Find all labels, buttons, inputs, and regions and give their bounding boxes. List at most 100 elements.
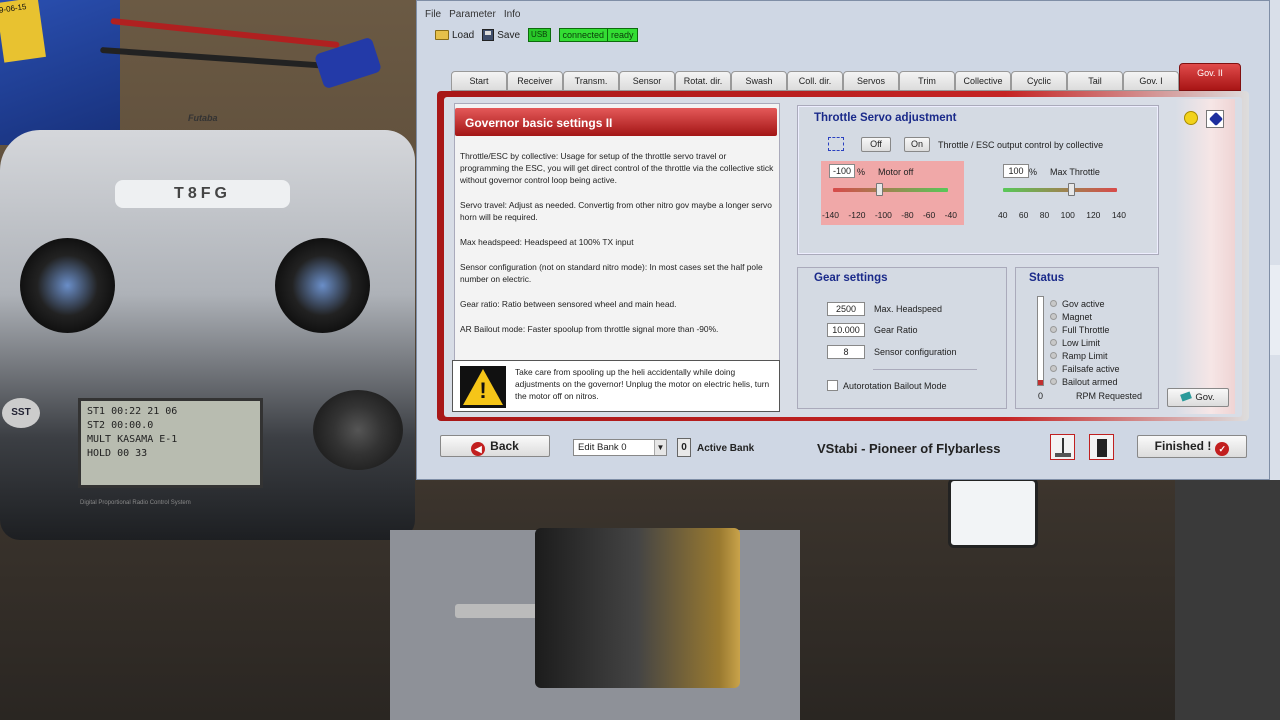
- info-text: Throttle/ESC by collective: Usage for se…: [460, 150, 776, 348]
- max-throttle-scale: 40 60 80 100 120 140: [998, 210, 1126, 220]
- scale-tick: 100: [1060, 210, 1075, 220]
- max-throttle-slider[interactable]: [1003, 188, 1117, 192]
- scale-tick: -40: [944, 210, 957, 220]
- disk-icon: [482, 29, 495, 41]
- status-title: Status: [1029, 272, 1065, 284]
- motor-off-percent: %: [857, 167, 866, 177]
- tab-start[interactable]: Start: [451, 71, 507, 91]
- lcd-line: HOLD 00 33: [87, 448, 148, 459]
- stick-right-icon[interactable]: [1089, 434, 1114, 460]
- black-cable: [100, 46, 330, 70]
- lcd-line: ST1 00:22 21 06: [87, 406, 178, 417]
- back-button[interactable]: ◀ Back: [440, 435, 550, 457]
- info-paragraph: Throttle/ESC by collective: Usage for se…: [460, 151, 774, 185]
- motor-off-slider-knob[interactable]: [876, 183, 883, 196]
- gear-divider: [873, 369, 977, 370]
- finished-button[interactable]: Finished ! ✓: [1137, 435, 1247, 458]
- info-paragraph: Max headspeed: Headspeed at 100% TX inpu…: [460, 237, 634, 247]
- rpm-bar: [1037, 296, 1044, 386]
- status-item: Ramp Limit: [1050, 349, 1120, 362]
- scale-tick: 120: [1086, 210, 1101, 220]
- headspeed-row: 2500 Max. Headspeed: [827, 302, 942, 316]
- sensor-config-input[interactable]: 8: [827, 345, 865, 359]
- status-label: Failsafe active: [1062, 363, 1120, 374]
- status-label: Bailout armed: [1062, 376, 1118, 387]
- status-label: Gov active: [1062, 298, 1105, 309]
- max-throttle-slider-knob[interactable]: [1068, 183, 1076, 196]
- headspeed-label: Max. Headspeed: [874, 304, 943, 314]
- red-cable: [110, 17, 340, 49]
- on-button[interactable]: On: [904, 137, 930, 152]
- flybarless-unit: [948, 478, 1038, 548]
- load-button[interactable]: Load: [435, 30, 474, 41]
- edit-bank-select[interactable]: Edit Bank 0 ▼: [573, 439, 667, 456]
- menu-bar: File Parameter Info: [425, 9, 521, 23]
- max-throttle-label: Max Throttle: [1050, 167, 1100, 177]
- throttle-control-desc: Throttle / ESC output control by collect…: [938, 140, 1104, 150]
- warning-box: ! Take care from spooling up the heli ac…: [452, 360, 780, 412]
- tab-tail[interactable]: Tail: [1067, 71, 1123, 91]
- tab-transm[interactable]: Transm.: [563, 71, 619, 91]
- gear-ratio-input[interactable]: 10.000: [827, 323, 865, 337]
- decorative-curve: [1175, 99, 1235, 414]
- gov-button[interactable]: Gov.: [1167, 388, 1229, 407]
- motor-off-input[interactable]: -100: [829, 164, 855, 178]
- scale-tick: 80: [1039, 210, 1050, 220]
- folder-icon: [435, 30, 449, 40]
- battery-pack: 9-06-15: [0, 0, 120, 145]
- radio-model: T8FG: [115, 180, 290, 208]
- status-item: Magnet: [1050, 310, 1120, 323]
- menu-file[interactable]: File: [425, 9, 441, 23]
- info-title: Governor basic settings II: [455, 108, 777, 136]
- stick-left-icon[interactable]: [1050, 434, 1075, 460]
- tab-gov-1[interactable]: Gov. I: [1123, 71, 1179, 91]
- gear-ratio-label: Gear Ratio: [874, 325, 918, 335]
- throttle-title: Throttle Servo adjustment: [814, 112, 957, 124]
- bottom-bar: ◀ Back Edit Bank 0 ▼ 0 Active Bank VStabi…: [417, 425, 1269, 469]
- gov-icon: [1180, 391, 1193, 402]
- tab-rotat-dir[interactable]: Rotat. dir.: [675, 71, 731, 91]
- tab-servos[interactable]: Servos: [843, 71, 899, 91]
- led-icon: [1050, 339, 1057, 346]
- off-button[interactable]: Off: [861, 137, 891, 152]
- tab-collective[interactable]: Collective: [955, 71, 1011, 91]
- scale-tick: -100: [874, 210, 892, 220]
- led-icon: [1050, 365, 1057, 372]
- tab-sensor[interactable]: Sensor: [619, 71, 675, 91]
- menu-info[interactable]: Info: [504, 9, 521, 23]
- led-icon: [1050, 300, 1057, 307]
- scale-tick: -80: [901, 210, 914, 220]
- usb-indicator: USB: [528, 28, 551, 42]
- tab-receiver[interactable]: Receiver: [507, 71, 563, 91]
- battery-label: 9-06-15: [0, 0, 46, 63]
- dark-pad: [1175, 480, 1280, 720]
- tab-gov-2[interactable]: Gov. II: [1179, 63, 1241, 91]
- radio-brand: Futaba: [188, 113, 218, 123]
- warning-text: Take care from spooling up the heli acci…: [515, 367, 770, 401]
- tab-coll-dir[interactable]: Coll. dir.: [787, 71, 843, 91]
- status-label: Low Limit: [1062, 337, 1101, 348]
- max-throttle-input[interactable]: 100: [1003, 164, 1029, 178]
- motor-off-scale: -140 -120 -100 -80 -60 -40: [822, 210, 957, 220]
- status-item: Low Limit: [1050, 336, 1120, 349]
- lcd-line: MULT KASAMA E-1: [87, 434, 178, 445]
- led-icon: [1050, 378, 1057, 385]
- tab-swash[interactable]: Swash: [731, 71, 787, 91]
- gear-title: Gear settings: [814, 272, 888, 284]
- tab-trim[interactable]: Trim: [899, 71, 955, 91]
- tab-bar: Start Receiver Transm. Sensor Rotat. dir…: [451, 63, 1241, 91]
- sensor-config-label: Sensor configuration: [874, 347, 957, 357]
- headspeed-input[interactable]: 2500: [827, 302, 865, 316]
- motor-off-slider[interactable]: [833, 188, 948, 192]
- status-item: Gov active: [1050, 297, 1120, 310]
- rpm-bar-fill: [1038, 380, 1043, 385]
- tab-cyclic[interactable]: Cyclic: [1011, 71, 1067, 91]
- menu-parameter[interactable]: Parameter: [449, 9, 496, 23]
- scale-tick: -140: [822, 210, 840, 220]
- save-button[interactable]: Save: [482, 29, 520, 41]
- ready-status: ready: [608, 28, 638, 42]
- help-icon[interactable]: [1206, 110, 1224, 128]
- bailout-checkbox[interactable]: [827, 380, 838, 391]
- status-label: Ramp Limit: [1062, 350, 1108, 361]
- scale-tick: 140: [1111, 210, 1126, 220]
